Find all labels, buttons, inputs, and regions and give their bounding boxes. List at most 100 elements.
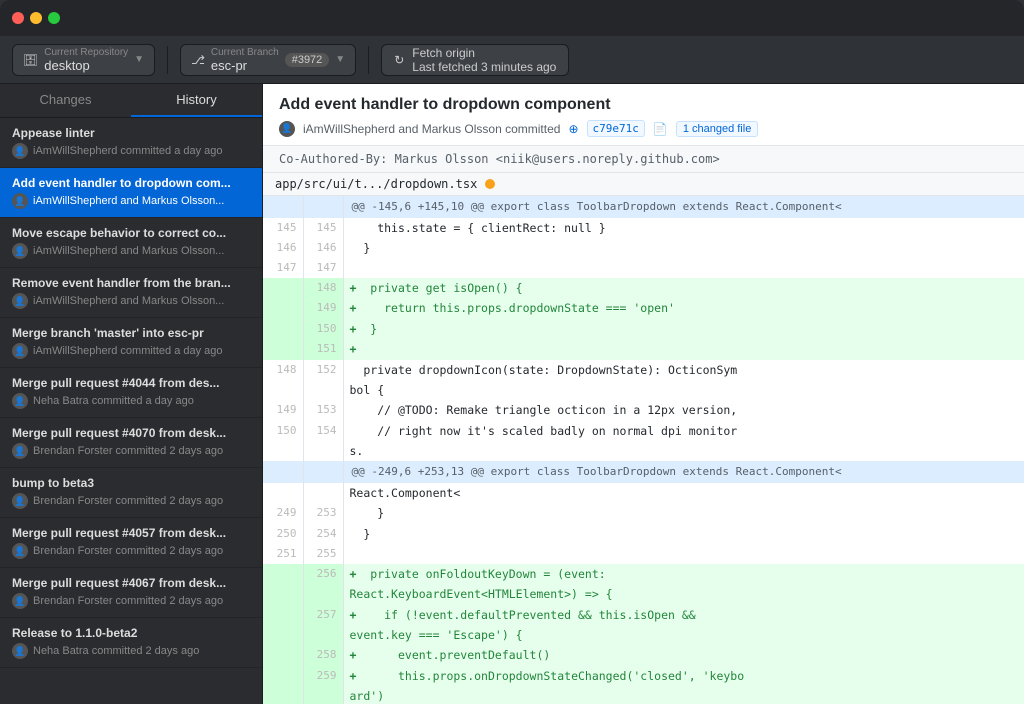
co-author-line: Co-Authored-By: Markus Olsson <niik@user…	[263, 146, 1024, 173]
repo-icon: 🗄	[23, 53, 38, 67]
commit-item[interactable]: Add event handler to dropdown com...👤iAm…	[0, 168, 262, 218]
commit-item-title: bump to beta3	[12, 476, 250, 490]
avatar: 👤	[12, 593, 28, 609]
avatar: 👤	[12, 193, 28, 209]
diff-container[interactable]: app/src/ui/t.../dropdown.tsx @@ -145,6 +…	[263, 173, 1024, 704]
avatar: 👤	[12, 243, 28, 259]
commit-header: Add event handler to dropdown component …	[263, 84, 1024, 146]
hunk-line-num-old	[263, 196, 303, 218]
file-path: app/src/ui/t.../dropdown.tsx	[275, 177, 477, 191]
commit-item-author: iAmWillShepherd and Markus Olsson...	[33, 195, 224, 207]
commit-item-author: Brendan Forster committed 2 days ago	[33, 595, 223, 607]
hunk-header-1: @@ -145,6 +145,10 @@ export class Toolba…	[263, 196, 1024, 218]
commit-item-author: iAmWillShepherd committed a day ago	[33, 145, 223, 157]
diff-row: s.	[263, 441, 1024, 461]
tab-history[interactable]: History	[131, 84, 262, 117]
commit-item-title: Release to 1.1.0-beta2	[12, 626, 250, 640]
diff-row-added: 256 + private onFoldoutKeyDown = (event:	[263, 564, 1024, 584]
branch-icon: ⎇	[191, 53, 205, 67]
hunk-header-2-text: @@ -249,6 +253,13 @@ export class Toolba…	[343, 461, 1024, 483]
tab-changes[interactable]: Changes	[0, 84, 131, 117]
hunk-header-2: @@ -249,6 +253,13 @@ export class Toolba…	[263, 461, 1024, 483]
commit-item-title: Merge pull request #4057 from desk...	[12, 526, 250, 540]
branch-label: Current Branch	[211, 47, 279, 58]
diff-row-added: 259 + this.props.onDropdownStateChanged(…	[263, 666, 1024, 686]
pr-badge: #3972	[285, 53, 330, 67]
avatar: 👤	[12, 443, 28, 459]
commit-item-author: iAmWillShepherd and Markus Olsson...	[33, 245, 224, 257]
diff-row-added: 257 + if (!event.defaultPrevented && thi…	[263, 605, 1024, 625]
diff-row-added: 149 + return this.props.dropdownState ==…	[263, 298, 1024, 318]
minimize-button[interactable]	[30, 12, 42, 24]
hash-icon: ⊕	[568, 122, 578, 136]
commit-item-meta: 👤Brendan Forster committed 2 days ago	[12, 443, 250, 459]
commit-item-author: Neha Batra committed 2 days ago	[33, 645, 199, 657]
fetch-origin-button[interactable]: ↻ Fetch origin Last fetched 3 minutes ag…	[381, 44, 569, 76]
diff-row-added: 151 +	[263, 339, 1024, 359]
commit-item[interactable]: Appease linter👤iAmWillShepherd committed…	[0, 118, 262, 168]
commit-item[interactable]: Merge pull request #4067 from desk... 👤 Br…	[0, 568, 262, 618]
commit-item-author: iAmWillShepherd and Markus Olsson...	[33, 295, 224, 307]
commit-item-title: Merge pull request #4067 from desk...	[12, 576, 250, 590]
diff-table: @@ -145,6 +145,10 @@ export class Toolba…	[263, 196, 1024, 704]
branch-chevron-icon: ▼	[335, 54, 345, 65]
diff-row: React.Component<	[263, 483, 1024, 503]
commit-list[interactable]: Appease linter👤iAmWillShepherd committed…	[0, 118, 262, 704]
commit-item[interactable]: Merge branch 'master' into esc-pr👤iAmWil…	[0, 318, 262, 368]
commit-item-meta: 👤 Neha Batra committed a day ago	[12, 393, 250, 409]
commit-item-author: Neha Batra committed a day ago	[33, 395, 194, 407]
commit-item[interactable]: Remove event handler from the bran... 👤 iA…	[0, 268, 262, 318]
traffic-lights	[12, 12, 60, 24]
diff-row: bol {	[263, 380, 1024, 400]
diff-row-added: 258 + event.preventDefault()	[263, 645, 1024, 665]
avatar: 👤	[12, 293, 28, 309]
hunk-line-num-new	[303, 196, 343, 218]
tab-bar: Changes History	[0, 84, 262, 118]
commit-item-title: Remove event handler from the bran...	[12, 276, 250, 290]
diff-row: 148 152 private dropdownIcon(state: Drop…	[263, 360, 1024, 380]
commit-item-meta: 👤 iAmWillShepherd and Markus Olsson...	[12, 293, 250, 309]
diff-row: 149 153 // @TODO: Remake triangle octico…	[263, 400, 1024, 420]
separator-2	[368, 46, 369, 74]
commit-item[interactable]: Release to 1.1.0-beta2 👤 Neha Batra commit…	[0, 618, 262, 668]
content-panel: Add event handler to dropdown component …	[263, 84, 1024, 704]
avatar: 👤	[12, 393, 28, 409]
avatar: 👤	[12, 543, 28, 559]
changed-files[interactable]: 1 changed file	[676, 121, 759, 137]
diff-row-added: 148 + private get isOpen() {	[263, 278, 1024, 298]
commit-item-title: Merge pull request #4044 from des...	[12, 376, 250, 390]
diff-row: 145 145 this.state = { clientRect: null …	[263, 218, 1024, 238]
commit-item-author: Brendan Forster committed 2 days ago	[33, 545, 223, 557]
commit-item-author: Brendan Forster committed 2 days ago	[33, 495, 223, 507]
commit-item-meta: 👤 Brendan Forster committed 2 days ago	[12, 543, 250, 559]
commit-item-meta: 👤 iAmWillShepherd and Markus Olsson...	[12, 243, 250, 259]
diff-row: 250 254 }	[263, 524, 1024, 544]
commit-item-meta: 👤 iAmWillShepherd and Markus Olsson...	[12, 193, 250, 209]
avatar: 👤	[279, 121, 295, 137]
toolbar: 🗄 Current Repository desktop ▼ ⎇ Current…	[0, 36, 1024, 84]
avatar: 👤	[12, 493, 28, 509]
close-button[interactable]	[12, 12, 24, 24]
maximize-button[interactable]	[48, 12, 60, 24]
commit-hash[interactable]: c79e71c	[587, 120, 645, 137]
commit-item[interactable]: Move escape behavior to correct co...👤iA…	[0, 218, 262, 268]
file-header: app/src/ui/t.../dropdown.tsx	[263, 173, 1024, 196]
diff-row-added: 150 + }	[263, 319, 1024, 339]
commit-item[interactable]: Merge pull request #4070 from desk...👤Br…	[0, 418, 262, 468]
current-repo-button[interactable]: 🗄 Current Repository desktop ▼	[12, 44, 155, 76]
commit-item[interactable]: bump to beta3 👤 Brendan Forster committed …	[0, 468, 262, 518]
diff-row-added: event.key === 'Escape') {	[263, 625, 1024, 645]
fetch-sub: Last fetched 3 minutes ago	[412, 60, 556, 74]
commit-item[interactable]: Merge pull request #4057 from desk... 👤 Br…	[0, 518, 262, 568]
current-branch-button[interactable]: ⎇ Current Branch esc-pr #3972 ▼	[180, 44, 356, 76]
commit-item[interactable]: Merge pull request #4044 from des... 👤 Neh…	[0, 368, 262, 418]
branch-name: esc-pr	[211, 58, 279, 73]
commit-item-meta: 👤 Neha Batra committed 2 days ago	[12, 643, 250, 659]
hunk-header-text: @@ -145,6 +145,10 @@ export class Toolba…	[343, 196, 1024, 218]
commit-item-meta: 👤iAmWillShepherd committed a day ago	[12, 143, 250, 159]
commit-item-meta: 👤 Brendan Forster committed 2 days ago	[12, 493, 250, 509]
commit-meta: 👤 iAmWillShepherd and Markus Olsson comm…	[279, 120, 1008, 137]
file-status-modified-icon	[485, 179, 495, 189]
avatar: 👤	[12, 643, 28, 659]
repo-name: desktop	[44, 58, 128, 73]
